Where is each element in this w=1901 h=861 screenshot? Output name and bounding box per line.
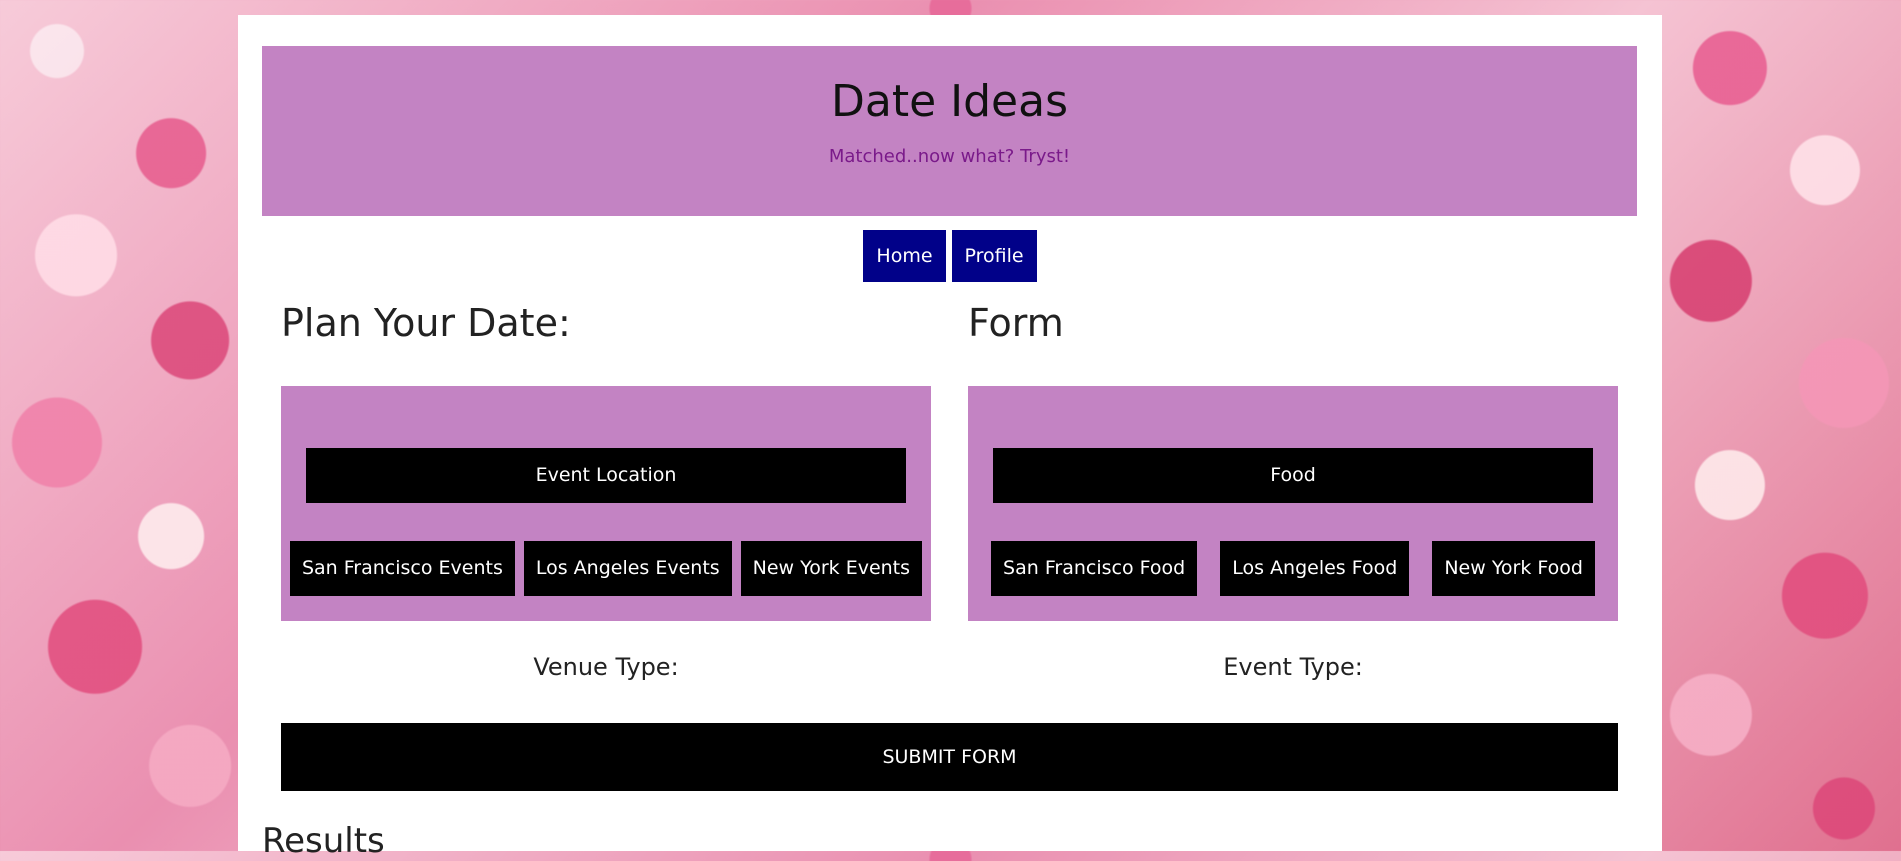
nav-home-button[interactable]: Home: [863, 230, 946, 282]
event-type-label: Event Type:: [1223, 653, 1363, 681]
venue-type-label: Venue Type:: [533, 653, 679, 681]
nav-bar: Home Profile: [238, 230, 1662, 282]
results-heading: Results: [262, 821, 385, 861]
event-location-dropdown[interactable]: Event Location: [306, 448, 906, 503]
food-panel: Food San Francisco Food Los Angeles Food…: [968, 386, 1618, 621]
plan-date-heading: Plan Your Date:: [281, 301, 571, 345]
new-york-events-button[interactable]: New York Events: [740, 541, 923, 596]
submit-form-button[interactable]: SUBMIT FORM: [281, 723, 1618, 791]
main-container: Date Ideas Matched..now what? Tryst! Hom…: [238, 15, 1662, 861]
page-tagline: Matched..now what? Tryst!: [828, 146, 1071, 167]
los-angeles-food-button[interactable]: Los Angeles Food: [1220, 541, 1410, 596]
food-dropdown[interactable]: Food: [993, 448, 1593, 503]
san-francisco-events-button[interactable]: San Francisco Events: [289, 541, 515, 596]
event-city-buttons: San Francisco Events Los Angeles Events …: [281, 541, 931, 596]
new-york-food-button[interactable]: New York Food: [1432, 541, 1595, 596]
form-heading: Form: [968, 301, 1064, 345]
header-banner: Date Ideas Matched..now what? Tryst!: [262, 46, 1637, 216]
san-francisco-food-button[interactable]: San Francisco Food: [991, 541, 1198, 596]
nav-profile-button[interactable]: Profile: [951, 230, 1037, 282]
event-location-panel: Event Location San Francisco Events Los …: [281, 386, 931, 621]
los-angeles-events-button[interactable]: Los Angeles Events: [523, 541, 732, 596]
page-title: Date Ideas: [830, 76, 1068, 127]
food-city-buttons: San Francisco Food Los Angeles Food New …: [968, 541, 1618, 596]
